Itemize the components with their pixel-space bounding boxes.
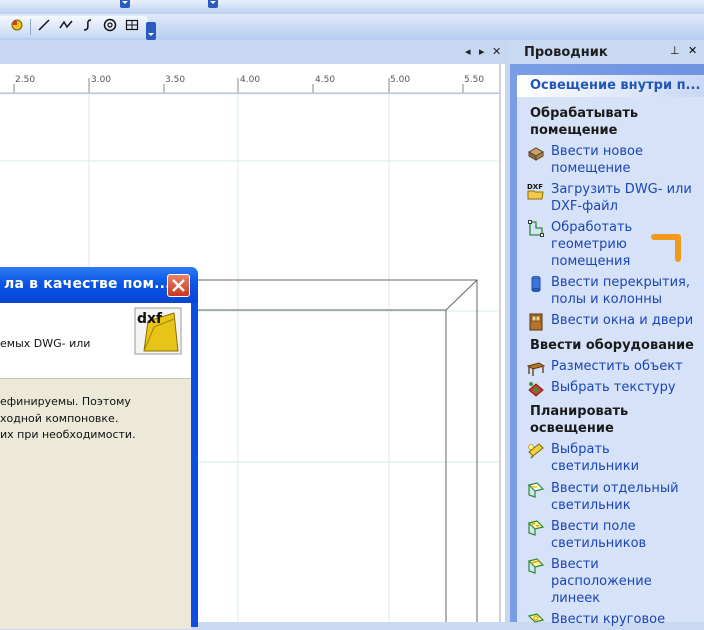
dialog-title: ла в качестве пом... bbox=[4, 276, 171, 292]
circle-tool-icon[interactable] bbox=[101, 16, 119, 34]
task-item-label: Выбрать текстуру bbox=[551, 380, 676, 395]
close-panel-icon[interactable]: ✕ bbox=[688, 44, 697, 57]
scroll-right-icon[interactable]: ▸ bbox=[479, 45, 485, 58]
toolbar-separator bbox=[30, 19, 31, 35]
geometry-icon bbox=[528, 220, 544, 237]
close-icon bbox=[172, 279, 185, 292]
orange-pointer-arrow-icon bbox=[651, 234, 681, 262]
close-document-icon[interactable]: ✕ bbox=[492, 45, 501, 58]
pin-icon[interactable]: ⊥ bbox=[670, 44, 680, 57]
dxf-folder-icon: DXF bbox=[527, 183, 544, 200]
toolbar-overflow-button-2[interactable] bbox=[208, 0, 218, 8]
task-item-label: Разместить объект bbox=[551, 359, 683, 374]
task-item-label: Загрузить DWG- или DXF-файл bbox=[551, 182, 692, 214]
svg-text:DXF: DXF bbox=[527, 183, 543, 191]
ruler-label: 2.50 bbox=[15, 75, 36, 85]
scroll-left-icon[interactable]: ◂ bbox=[465, 45, 471, 58]
section-title-equipment: Ввести оборудование bbox=[530, 338, 694, 353]
task-item-label: Ввести окна и двери bbox=[551, 313, 694, 328]
dialog-close-button[interactable] bbox=[167, 274, 190, 297]
document-header: ◂ ▸ ✕ bbox=[0, 40, 505, 64]
task-pane: Освещение внутри п... Обрабатывать помещ… bbox=[517, 75, 704, 627]
task-item-windows-doors[interactable]: Ввести окна и двери bbox=[527, 312, 701, 331]
ruler-label: 4.00 bbox=[240, 75, 261, 85]
table-icon bbox=[527, 362, 545, 376]
task-item-label: Ввести расположение линеек bbox=[551, 557, 652, 606]
toolbar-drawing bbox=[0, 14, 704, 40]
ruler-label: 3.00 bbox=[91, 75, 112, 85]
task-item-load-dwg[interactable]: DXF Загрузить DWG- или DXF-файл bbox=[527, 181, 701, 215]
luminaire-icon bbox=[528, 443, 544, 459]
task-item-label: Ввести отдельный светильник bbox=[551, 481, 679, 513]
task-item-place-object[interactable]: Разместить объект bbox=[527, 358, 701, 377]
ruler-label: 5.50 bbox=[464, 75, 485, 85]
task-item-circular[interactable]: Ввести круговое bbox=[527, 611, 701, 630]
dialog-title-bar[interactable]: ла в качестве пом... bbox=[0, 267, 198, 303]
horizontal-ruler: 2.50 3.00 3.50 4.00 4.50 5.00 5.50 bbox=[0, 75, 500, 94]
ruler-label: 5.00 bbox=[390, 75, 411, 85]
dxf-file-icon: dxf bbox=[134, 307, 182, 355]
explorer-header: Проводник ⊥ ✕ bbox=[510, 40, 704, 64]
toolbar-overflow-button-3[interactable] bbox=[146, 22, 156, 40]
task-pane-title: Освещение внутри п... bbox=[530, 78, 701, 93]
dialog-intro-text: емых DWG- или bbox=[0, 337, 91, 350]
explorer-title: Проводник bbox=[524, 45, 608, 60]
task-item-line-arrangement[interactable]: Ввести расположение линеек bbox=[527, 556, 701, 607]
task-item-label: Ввести круговое bbox=[551, 612, 666, 627]
task-pane-header[interactable]: Освещение внутри п... bbox=[517, 75, 704, 97]
dxf-icon-text: dxf bbox=[137, 311, 163, 327]
ruler-label: 3.50 bbox=[165, 75, 186, 85]
task-item-label: Выбрать светильники bbox=[551, 442, 640, 474]
task-item-select-texture[interactable]: Выбрать текстуру bbox=[527, 379, 701, 398]
texture-icon bbox=[528, 382, 544, 397]
dialog-body-line: ефинируемы. Поэтому bbox=[0, 395, 131, 408]
room-icon bbox=[527, 147, 545, 161]
section-title-lighting: Планировать освещение bbox=[530, 404, 629, 436]
luminaire-field-icon bbox=[527, 520, 545, 536]
task-item-floors-columns[interactable]: Ввести перекрытия, полы и колонны bbox=[527, 274, 701, 308]
single-luminaire-icon bbox=[527, 482, 545, 498]
dialog-header-area: емых DWG- или dxf bbox=[0, 303, 191, 378]
task-item-single-luminaire[interactable]: Ввести отдельный светильник bbox=[527, 480, 701, 514]
toolbar-overflow-button-1[interactable] bbox=[120, 0, 130, 8]
section-title-room: Обрабатывать помещение bbox=[530, 106, 639, 138]
toolbar-top bbox=[0, 0, 704, 14]
dialog-body-line: ходной компоновке. bbox=[0, 412, 119, 425]
door-icon bbox=[529, 313, 543, 331]
spline-tool-icon[interactable] bbox=[79, 16, 97, 34]
import-dialog: ла в качестве пом... емых DWG- или dxf е… bbox=[0, 267, 198, 629]
ruler-label: 4.50 bbox=[315, 75, 336, 85]
line-arrangement-icon bbox=[527, 558, 545, 574]
circular-icon bbox=[527, 613, 545, 623]
task-item-label: Ввести перекрытия, полы и колонны bbox=[551, 275, 690, 307]
task-item-label: Ввести поле светильников bbox=[551, 519, 647, 551]
polyline-tool-icon[interactable] bbox=[57, 16, 75, 34]
task-item-new-room[interactable]: Ввести новое помещение bbox=[527, 143, 701, 177]
dialog-body-line: их при необходимости. bbox=[0, 428, 136, 441]
task-item-luminaire-field[interactable]: Ввести поле светильников bbox=[527, 518, 701, 552]
grid-tool-icon[interactable] bbox=[123, 16, 141, 34]
line-tool-icon[interactable] bbox=[35, 16, 53, 34]
task-item-label: Ввести новое помещение bbox=[551, 144, 643, 176]
dialog-content: ефинируемы. Поэтому ходной компоновке. и… bbox=[0, 378, 191, 629]
column-icon bbox=[531, 275, 541, 293]
task-item-select-luminaires[interactable]: Выбрать светильники bbox=[527, 441, 701, 475]
light-bulb-icon[interactable] bbox=[8, 16, 26, 34]
